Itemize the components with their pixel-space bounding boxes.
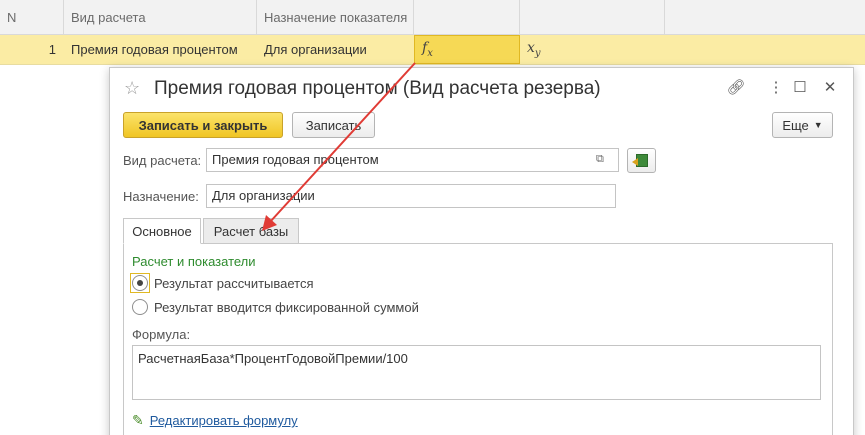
col-header-vid[interactable]: Вид расчета <box>64 0 257 34</box>
title-bar: ☆ Премия годовая процентом (Вид расчета … <box>110 68 853 110</box>
naz-label: Назначение: <box>123 189 199 204</box>
xy-cell[interactable]: xy <box>520 35 665 64</box>
menu-icon[interactable]: ⋮ <box>766 78 786 96</box>
fx-cell[interactable]: fx <box>414 35 520 64</box>
radio-focus-frame <box>130 273 150 293</box>
vid-field[interactable]: Премия годовая процентом <box>206 148 619 172</box>
col-header-empty-1[interactable] <box>414 0 520 34</box>
col-header-n[interactable]: N <box>0 0 64 34</box>
radio-fixed-sum[interactable]: Результат вводится фиксированной суммой <box>132 299 419 315</box>
fx-icon[interactable]: fx <box>422 40 433 59</box>
indicators-table: N Вид расчета Назначение показателя 1 Пр… <box>0 0 865 65</box>
tab-calc-base[interactable]: Расчет базы <box>203 218 299 244</box>
save-button[interactable]: Записать <box>292 112 375 138</box>
table-row[interactable]: 1 Премия годовая процентом Для организац… <box>0 35 865 65</box>
tab-main[interactable]: Основное <box>123 218 201 244</box>
form-title: Премия годовая процентом (Вид расчета ре… <box>154 78 601 99</box>
xy-icon[interactable]: xy <box>527 40 541 59</box>
save-and-close-button[interactable]: Записать и закрыть <box>123 112 283 138</box>
more-label: Еще <box>782 117 809 133</box>
col-header-empty-3 <box>665 0 865 34</box>
radio-calculated[interactable]: Результат рассчитывается <box>130 273 314 293</box>
row-naz[interactable]: Для организации <box>257 35 414 64</box>
arrow-left-icon <box>632 158 638 166</box>
row-vid[interactable]: Премия годовая процентом <box>64 35 257 64</box>
edit-formula-link[interactable]: ✎ Редактировать формулу <box>132 412 298 429</box>
star-icon[interactable]: ☆ <box>124 78 140 99</box>
vid-label: Вид расчета: <box>123 153 202 168</box>
close-icon[interactable]: ✕ <box>820 78 840 96</box>
col-header-naz[interactable]: Назначение показателя <box>257 0 414 34</box>
chevron-down-icon: ▼ <box>813 120 823 130</box>
section-title: Расчет и показатели <box>132 254 256 269</box>
row-n: 1 <box>48 42 56 57</box>
formula-field[interactable]: РасчетнаяБаза*ПроцентГодовойПремии/100 <box>132 345 821 400</box>
link-icon[interactable]: 🔗︎ <box>726 78 746 96</box>
radio-button-checked[interactable] <box>132 275 148 291</box>
calc-type-form: ☆ Премия годовая процентом (Вид расчета … <box>109 67 854 435</box>
radio-calculated-label: Результат рассчитывается <box>154 275 314 291</box>
naz-field[interactable]: Для организации <box>206 184 616 208</box>
pencil-icon: ✎ <box>132 412 144 428</box>
open-icon[interactable]: ⧉ <box>596 153 604 166</box>
formula-label: Формула: <box>132 327 191 342</box>
excel-button[interactable] <box>627 148 656 173</box>
radio-button[interactable] <box>132 299 148 315</box>
maximize-icon[interactable]: ☐ <box>790 78 810 96</box>
edit-formula-text[interactable]: Редактировать формулу <box>150 413 298 428</box>
tab-panel <box>123 243 833 435</box>
table-header: N Вид расчета Назначение показателя <box>0 0 865 35</box>
more-button[interactable]: Еще ▼ <box>772 112 833 138</box>
col-header-empty-2[interactable] <box>520 0 665 34</box>
radio-fixed-sum-label: Результат вводится фиксированной суммой <box>154 299 419 315</box>
